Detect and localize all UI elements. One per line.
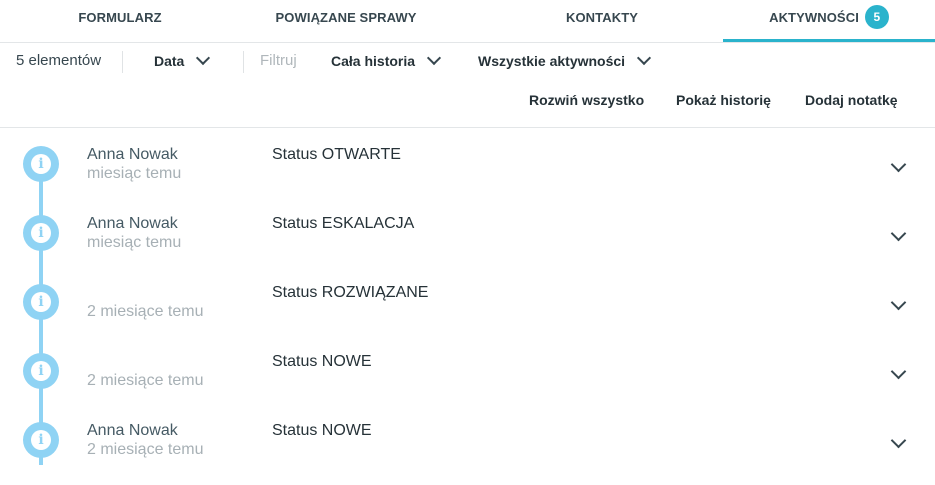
expand-all-button[interactable]: Rozwiń wszystko: [529, 92, 644, 108]
info-icon: i: [23, 215, 59, 251]
entry-author: Anna Nowak: [87, 422, 178, 439]
entry-author: Anna Nowak: [87, 146, 178, 163]
chevron-down-icon: [426, 50, 442, 66]
entry-time: 2 miesiące temu: [87, 303, 204, 320]
tab-label: FORMULARZ: [78, 10, 162, 25]
entry-author: Anna Nowak: [87, 215, 178, 232]
activity-entry[interactable]: i Anna Nowak miesiąc temu Status OTWARTE: [0, 141, 935, 209]
entry-time: 2 miesiące temu: [87, 372, 204, 389]
info-icon: i: [23, 422, 59, 458]
filter-input[interactable]: Filtruj: [260, 43, 297, 81]
item-count: 5 elementów: [16, 52, 102, 69]
activity-type-dropdown[interactable]: Wszystkie aktywności: [478, 43, 652, 81]
activity-entry[interactable]: i Anna Nowak 2 miesiące temu Status NOWE: [0, 417, 935, 485]
tab-powiazane-sprawy[interactable]: POWIĄZANE SPRAWY: [248, 0, 444, 42]
divider: [243, 51, 244, 73]
chevron-down-icon[interactable]: [890, 363, 907, 380]
entry-time: miesiąc temu: [87, 165, 182, 182]
history-label: Cała historia: [331, 53, 416, 69]
tab-aktywnosci[interactable]: AKTYWNOŚCI 5: [723, 0, 935, 42]
divider: [122, 51, 123, 73]
add-note-button[interactable]: Dodaj notatkę: [805, 92, 898, 108]
activity-count-badge: 5: [864, 5, 889, 30]
entry-status: Status ESKALACJA: [272, 215, 415, 232]
show-history-button[interactable]: Pokaż historię: [676, 92, 771, 108]
activity-entry[interactable]: i 2 miesiące temu Status NOWE: [0, 348, 935, 416]
info-icon: i: [23, 353, 59, 389]
chevron-down-icon: [196, 50, 211, 66]
chevron-down-icon[interactable]: [890, 432, 907, 449]
activity-type-label: Wszystkie aktywności: [478, 53, 626, 69]
tab-kontakty[interactable]: KONTAKTY: [488, 0, 716, 42]
tab-formularz[interactable]: FORMULARZ: [22, 0, 218, 42]
entry-status: Status OTWARTE: [272, 146, 401, 163]
chevron-down-icon[interactable]: [890, 225, 907, 242]
activity-toolbar: 5 elementów Data Filtruj Cała historia W…: [0, 43, 935, 81]
chevron-down-icon: [636, 50, 652, 66]
chevron-down-icon[interactable]: [890, 156, 907, 173]
history-dropdown[interactable]: Cała historia: [331, 43, 442, 81]
entry-time: miesiąc temu: [87, 234, 182, 251]
tab-label: KONTAKTY: [565, 10, 639, 25]
entry-status: Status NOWE: [272, 422, 372, 439]
activity-actions: Rozwiń wszystko Pokaż historię Dodaj not…: [0, 82, 935, 128]
chevron-down-icon[interactable]: [890, 294, 907, 311]
entry-status: Status ROZWIĄZANE: [272, 284, 429, 301]
info-icon: i: [23, 146, 59, 182]
entry-time: 2 miesiące temu: [87, 441, 204, 458]
sort-label: Data: [154, 53, 185, 69]
activity-entry[interactable]: i 2 miesiące temu Status ROZWIĄZANE: [0, 279, 935, 347]
activity-entry[interactable]: i Anna Nowak miesiąc temu Status ESKALAC…: [0, 210, 935, 278]
info-icon: i: [23, 284, 59, 320]
tab-label: POWIĄZANE SPRAWY: [275, 10, 417, 25]
tab-label: AKTYWNOŚCI: [769, 10, 859, 25]
tab-bar: FORMULARZ POWIĄZANE SPRAWY KONTAKTY AKTY…: [0, 0, 935, 43]
sort-dropdown[interactable]: Data: [154, 43, 211, 81]
entry-status: Status NOWE: [272, 353, 372, 370]
